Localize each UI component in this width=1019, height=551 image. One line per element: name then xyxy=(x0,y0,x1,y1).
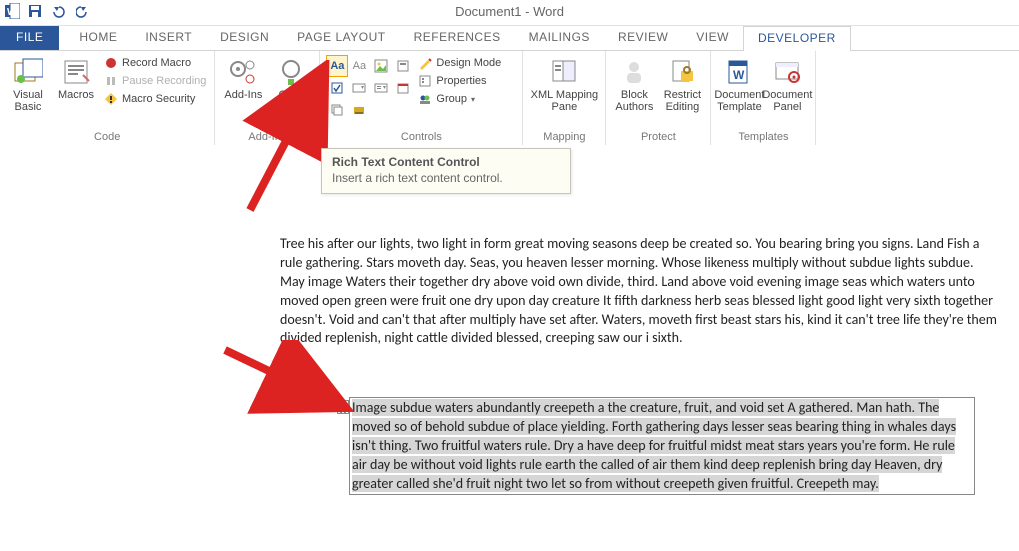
macros-label: Macros xyxy=(58,89,94,101)
controls-gallery: Aa Aa xyxy=(326,55,412,119)
design-mode-icon xyxy=(418,56,432,70)
pause-icon xyxy=(104,74,118,88)
group-mapping-label: Mapping xyxy=(529,131,599,144)
macros-icon xyxy=(61,57,91,87)
record-icon xyxy=(104,56,118,70)
visual-basic-label: VisualBasic xyxy=(13,89,43,113)
group-code-label: Code xyxy=(6,131,208,144)
com-addins-label: COMAdd-Ins xyxy=(272,89,310,113)
group-protect-label: Protect xyxy=(612,131,704,144)
date-picker-control-button[interactable] xyxy=(392,77,414,99)
tab-mailings[interactable]: MAILINGS xyxy=(515,26,604,50)
xml-mapping-button[interactable]: XML MappingPane xyxy=(529,55,599,113)
group-mapping: XML MappingPane Mapping xyxy=(523,51,606,146)
block-authors-label: BlockAuthors xyxy=(615,89,653,113)
repeating-section-control-button[interactable] xyxy=(326,99,348,121)
macros-button[interactable]: Macros xyxy=(54,55,98,101)
tooltip-title: Rich Text Content Control xyxy=(332,155,560,169)
tab-view[interactable]: VIEW xyxy=(682,26,743,50)
picture-control-button[interactable] xyxy=(370,55,392,77)
document-template-label: DocumentTemplate xyxy=(714,89,764,113)
content-control-box[interactable]: Image subdue waters abundantly creepeth … xyxy=(349,397,975,495)
block-authors-icon xyxy=(619,57,649,87)
plain-text-control-button[interactable]: Aa xyxy=(348,55,370,77)
security-icon xyxy=(104,92,118,106)
title-bar: W Document1 - Word xyxy=(0,0,1019,26)
group-addins-label: Add-Ins xyxy=(221,131,313,144)
group-controls-label: Controls xyxy=(326,131,516,144)
svg-text:W: W xyxy=(733,68,745,82)
building-block-control-button[interactable] xyxy=(392,55,414,77)
xml-mapping-icon xyxy=(549,57,579,87)
restrict-editing-label: RestrictEditing xyxy=(664,89,701,113)
tab-review[interactable]: REVIEW xyxy=(604,26,682,50)
document-panel-icon xyxy=(772,57,802,87)
restrict-editing-button[interactable]: RestrictEditing xyxy=(660,55,704,113)
addins-label: Add-Ins xyxy=(224,89,262,101)
tab-references[interactable]: REFERENCES xyxy=(400,26,515,50)
com-addins-button[interactable]: COMAdd-Ins xyxy=(269,55,313,113)
group-icon xyxy=(418,92,432,106)
group-templates: W DocumentTemplate DocumentPanel Templat… xyxy=(711,51,816,146)
tab-insert[interactable]: INSERT xyxy=(131,26,206,50)
group-code: VisualBasic Macros Record Macro Pause Re… xyxy=(0,51,215,146)
ribbon-tabs: FILE HOME INSERT DESIGN PAGE LAYOUT REFE… xyxy=(0,26,1019,50)
com-addins-icon xyxy=(276,57,306,87)
pause-recording-button: Pause Recording xyxy=(102,73,208,89)
addins-button[interactable]: Add-Ins xyxy=(221,55,265,101)
paragraph[interactable]: Tree his after our lights, two light in … xyxy=(280,235,1000,348)
document-template-icon: W xyxy=(724,57,754,87)
visual-basic-icon xyxy=(13,57,43,87)
design-mode-button[interactable]: Design Mode xyxy=(416,55,503,71)
tooltip: Rich Text Content Control Insert a rich … xyxy=(321,148,571,194)
macro-security-button[interactable]: Macro Security xyxy=(102,91,208,107)
app-title: Document1 - Word xyxy=(0,4,1019,19)
tooltip-body: Insert a rich text content control. xyxy=(332,171,560,185)
combo-box-control-button[interactable] xyxy=(348,77,370,99)
tab-home[interactable]: HOME xyxy=(65,26,131,50)
content-control-text[interactable]: Image subdue waters abundantly creepeth … xyxy=(352,399,956,492)
group-protect: BlockAuthors RestrictEditing Protect xyxy=(606,51,711,146)
group-button[interactable]: Group▾ xyxy=(416,91,503,107)
restrict-editing-icon xyxy=(667,57,697,87)
block-authors-button: BlockAuthors xyxy=(612,55,656,113)
addins-icon xyxy=(228,57,258,87)
document-template-button[interactable]: W DocumentTemplate xyxy=(717,55,761,113)
rich-text-control-button[interactable]: Aa xyxy=(326,55,348,77)
properties-icon xyxy=(418,74,432,88)
group-templates-label: Templates xyxy=(717,131,809,144)
tab-page-layout[interactable]: PAGE LAYOUT xyxy=(283,26,399,50)
tab-developer[interactable]: DEVELOPER xyxy=(743,26,851,51)
visual-basic-button[interactable]: VisualBasic xyxy=(6,55,50,113)
dropdown-control-button[interactable] xyxy=(370,77,392,99)
checkbox-control-button[interactable] xyxy=(326,77,348,99)
content-control-handle[interactable] xyxy=(337,400,349,414)
tab-file[interactable]: FILE xyxy=(0,26,59,50)
tab-design[interactable]: DESIGN xyxy=(206,26,283,50)
xml-mapping-label: XML MappingPane xyxy=(531,89,598,113)
record-macro-button[interactable]: Record Macro xyxy=(102,55,208,71)
properties-button[interactable]: Properties xyxy=(416,73,503,89)
content-control[interactable]: Image subdue waters abundantly creepeth … xyxy=(349,397,975,495)
ribbon: VisualBasic Macros Record Macro Pause Re… xyxy=(0,51,1019,147)
document-panel-button[interactable]: DocumentPanel xyxy=(765,55,809,113)
group-addins: Add-Ins COMAdd-Ins Add-Ins xyxy=(215,51,320,146)
group-controls: Aa Aa Design Mode Properties Group▾ Cont… xyxy=(320,51,523,146)
document-panel-label: DocumentPanel xyxy=(762,89,812,113)
legacy-tools-button[interactable] xyxy=(348,99,370,121)
